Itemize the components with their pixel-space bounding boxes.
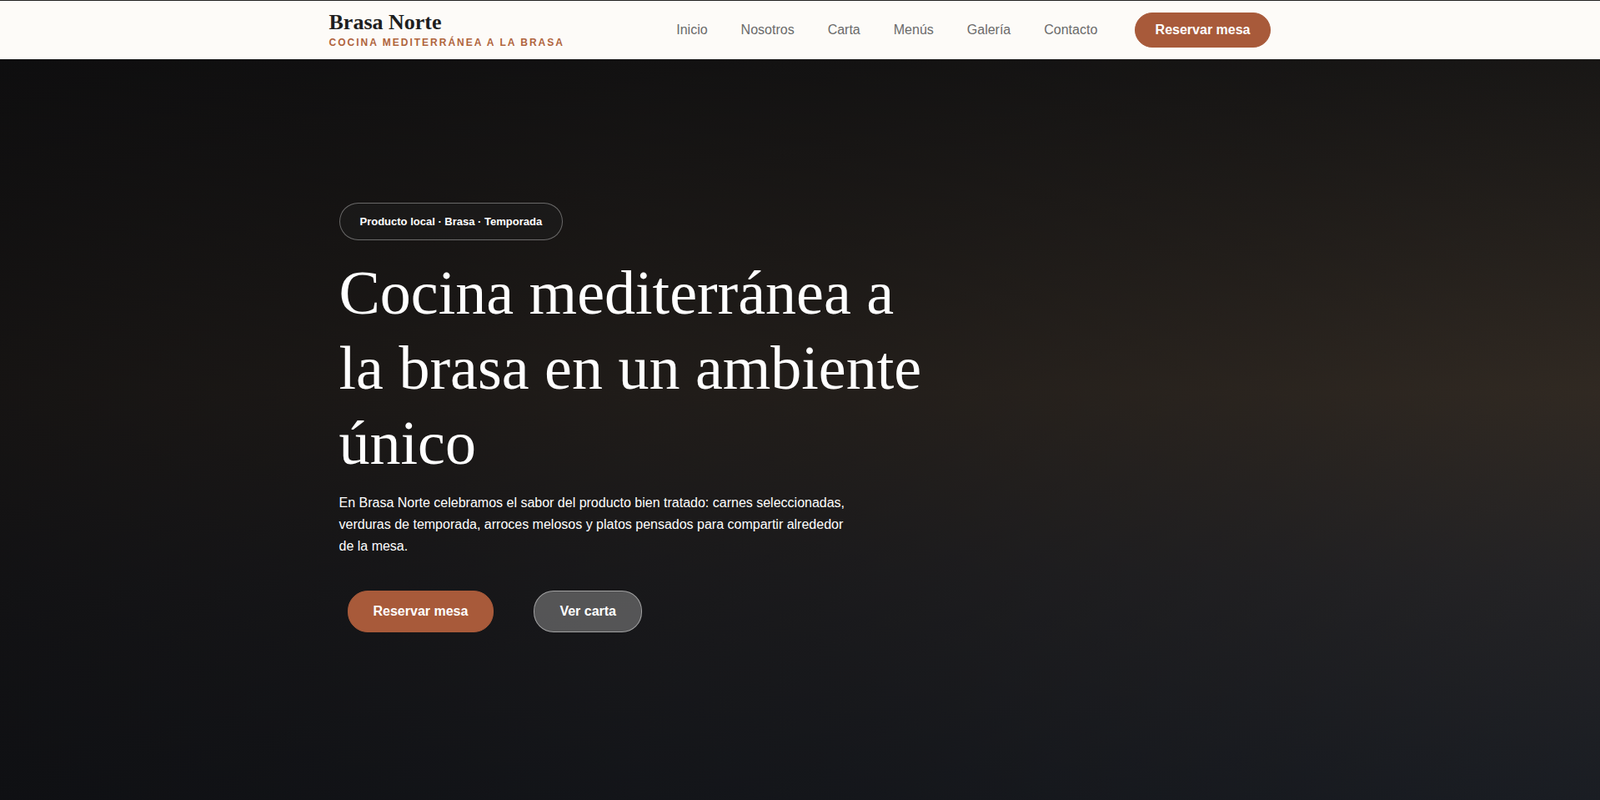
hero-actions: Reservar mesa Ver carta — [339, 590, 643, 632]
header-inner: Brasa Norte COCINA MEDITERRÁNEA A LA BRAS… — [329, 0, 1272, 60]
brand-tagline: COCINA MEDITERRÁNEA A LA BRASA — [329, 36, 565, 49]
main-nav: Inicio Nosotros Carta Menús Galería Contacto — [676, 22, 1098, 38]
nav-item[interactable]: Carta — [827, 22, 861, 38]
brand-name[interactable]: Brasa Norte — [329, 11, 565, 34]
hero-badge: Producto local · Brasa · Temporada — [339, 202, 564, 241]
reserve-button[interactable]: Reservar mesa — [1134, 12, 1272, 48]
nav-item[interactable]: Inicio — [676, 22, 708, 38]
hero-description: En Brasa Norte celebramos el sabor del p… — [339, 491, 857, 557]
secondary-button[interactable]: Ver carta — [533, 590, 643, 632]
page: Brasa Norte COCINA MEDITERRÁNEA A LA BRAS… — [0, 0, 1600, 800]
hero: Producto local · Brasa · Temporada Cocina… — [0, 59, 1600, 800]
brand[interactable]: Brasa Norte COCINA MEDITERRÁNEA A LA BRAS… — [329, 11, 565, 49]
hero-content: Producto local · Brasa · Temporada Cocina… — [329, 202, 1272, 658]
nav-item[interactable]: Nosotros — [741, 22, 795, 38]
primary-button[interactable]: Reservar mesa — [347, 590, 495, 632]
nav-item[interactable]: Contacto — [1043, 22, 1098, 38]
site-header: Brasa Norte COCINA MEDITERRÁNEA A LA BRAS… — [0, 0, 1600, 60]
nav-item[interactable]: Galería — [967, 22, 1011, 38]
nav-item[interactable]: Menús — [893, 22, 934, 38]
hero-title: Cocina mediterránea a la brasa en un amb… — [339, 255, 940, 481]
